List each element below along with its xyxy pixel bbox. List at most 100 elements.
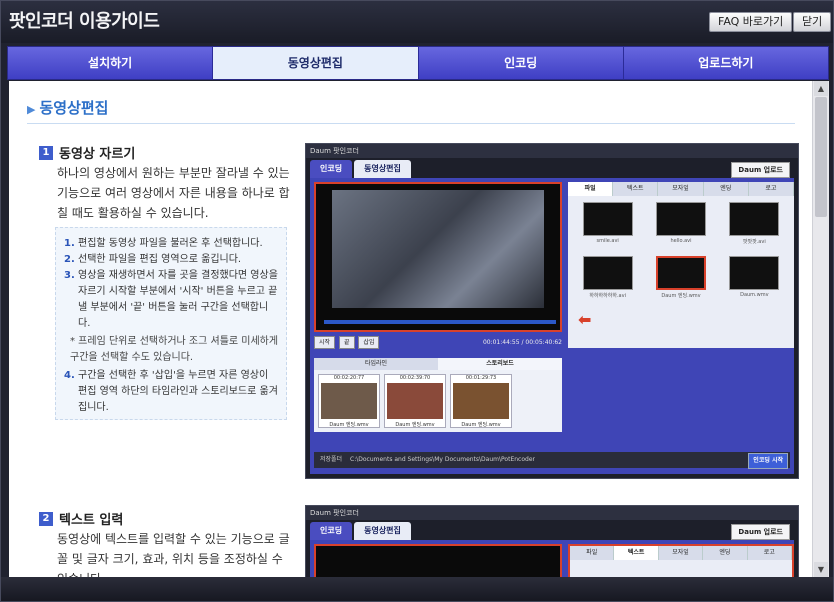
panel-tab: 엔딩 [703,182,749,196]
end-button: 끝 [338,336,355,349]
file-thumb [582,202,633,236]
file-name: hello.avi [670,238,692,244]
note-item: 3. 영상을 재생하면서 자를 곳을 결정했다면 영상을 자르기 시작할 부분에서… [64,268,280,332]
tab-install[interactable]: 설치하기 [8,47,214,79]
note-text: 구간을 선택한 후 '삽입'을 누르면 자른 영상이 편집 영역 하단의 타임라… [78,370,278,413]
shot-upload-button: Daum 업로드 [731,162,790,178]
file-cell: smile.avi [574,202,641,250]
clip-time: 00:01:29:73 [465,375,497,381]
scroll-thumb[interactable] [815,97,827,217]
encode-start-button: 인코딩 시작 [748,453,788,469]
clip-thumb [321,383,377,419]
file-thumb [729,202,780,236]
step1-heading: 1 동영상 자르기 [39,143,135,162]
scrub-bar [324,320,556,324]
storyboard-clip: 00:02:20:77 Daum 엔딩.wmv [318,374,380,428]
file-thumb [655,256,706,290]
title-bar: 팟인코더 이용가이드 FAQ 바로가기 닫기 [1,1,833,43]
arrow-left-icon: ⬅ [578,310,592,329]
panel-tab: 파일 [568,182,614,196]
save-folder-path: C:\Documents and Settings\My Documents\D… [350,456,535,463]
shot-upload-button: Daum 업로드 [731,524,790,540]
step1-number-badge: 1 [39,145,53,160]
text-panel: 파일 텍스트 모자잎 엔딩 로고 [568,544,794,577]
storyboard-clip: 00:01:29:73 Daum 엔딩.wmv [450,374,512,428]
scroll-up-icon[interactable]: ▲ [814,81,828,96]
scroll-down-icon[interactable]: ▼ [814,562,828,577]
panel-tab: 로고 [747,546,793,560]
file-cell-selected: Daum 엔딩.wmv [647,256,714,304]
triangle-icon: ▶ [27,103,36,116]
shot-tab-edit: 동영상편집 [354,160,411,178]
file-thumb [582,256,633,290]
step1-description: 하나의 영상에서 원하는 부분만 잘라낼 수 있는 기능으로 여러 영상에서 자… [57,166,290,220]
note-number: 3. [64,270,75,281]
file-panel-tabs: 파일 텍스트 모자잎 엔딩 로고 [568,182,795,196]
clip-thumb [387,383,443,419]
bottom-bar [1,577,833,601]
tab-video-edit[interactable]: 동영상편집 [213,47,419,79]
file-thumb [729,256,780,290]
tab-encoding[interactable]: 인코딩 [418,47,624,79]
close-button[interactable]: 닫기 [793,12,832,32]
faq-button[interactable]: FAQ 바로가기 [709,12,793,32]
note-text: 영상을 재생하면서 자를 곳을 결정했다면 영상을 자르기 시작할 부분에서 '… [78,270,278,329]
note-text: 편집할 동영상 파일을 불러온 후 선택합니다. [78,238,263,249]
file-name: 하하하하하하.avi [589,293,626,299]
panel-tab: 모자잎 [658,546,704,560]
step1-note-box: 1. 편집할 동영상 파일을 불러온 후 선택합니다. 2. 선택한 파일을 편집 … [55,227,287,420]
control-row: 시작 끝 삽입 00:01:44:55 / 00:05:40:62 [314,336,562,350]
note-number: 1. [64,238,75,249]
clip-time: 00:02:20:77 [333,375,365,381]
step1-title: 동영상 자르기 [59,147,136,162]
file-panel: 파일 텍스트 모자잎 엔딩 로고 smile.avi hello.avi 팟팟팟… [568,182,795,348]
tab-upload[interactable]: 업로드하기 [623,47,828,79]
file-cell: 팟팟팟.avi [721,202,788,250]
note-item: 1. 편집할 동영상 파일을 불러온 후 선택합니다. [64,236,280,252]
step2-number-badge: 2 [39,511,53,526]
tab-timeline: 타임라인 [314,358,438,370]
encoder-screenshot-1: Daum 팟인코더 인코딩 동영상편집 Daum 업로드 시작 끝 삽입 00:… [305,143,799,479]
shot-tab-encode: 인코딩 [310,160,353,178]
insert-button: 삽입 [358,336,380,349]
shot-tab-encode: 인코딩 [310,522,353,540]
file-cell: hello.avi [647,202,714,250]
shot-tabs: 인코딩 동영상편집 [310,522,411,540]
timeline-tabs: 타임라인 스토리보드 [314,358,562,370]
note-number: 4. [64,370,75,381]
file-name: Daum.wmv [740,292,769,298]
section-divider [27,123,795,124]
text-panel-tabs: 파일 텍스트 모자잎 엔딩 로고 [570,546,793,560]
panel-tab: 텍스트 [613,182,659,196]
clip-thumb [453,383,509,419]
vertical-scrollbar[interactable]: ▲ ▼ [812,81,829,577]
storyboard-clip: 00:02:39:70 Daum 엔딩.wmv [384,374,446,428]
panel-tab: 파일 [570,546,615,560]
step2-heading: 2 텍스트 입력 [39,509,123,528]
note-item: 2. 선택한 파일을 편집 영역으로 옮깁니다. [64,252,280,268]
shot-titlebar: Daum 팟인코더 [306,506,798,520]
step2-description: 동영상에 텍스트를 입력할 수 있는 기능으로 글꼴 및 글자 크기, 효과, … [57,532,290,577]
step2-title: 텍스트 입력 [59,513,124,528]
time-readout: 00:01:44:55 / 00:05:40:62 [482,339,562,346]
note-sub: * 프레임 단위로 선택하거나 조그 셔틀로 미세하게 구간을 선택할 수도 있… [70,336,279,363]
window-title: 팟인코더 이용가이드 [9,11,160,32]
note-number: 2. [64,254,75,265]
guide-window: 팟인코더 이용가이드 FAQ 바로가기 닫기 설치하기 동영상편집 인코딩 업로… [0,0,834,602]
panel-tab: 로고 [748,182,795,196]
clip-name: Daum 엔딩.wmv [329,422,369,428]
storyboard: 00:02:20:77 Daum 엔딩.wmv 00:02:39:70 Daum 엔… [314,370,562,432]
file-grid: smile.avi hello.avi 팟팟팟.avi 하하하하하하.avi D… [568,196,794,310]
video-preview [314,182,562,332]
file-thumb [655,202,706,236]
content-area: ▶ 동영상편집 1 동영상 자르기 하나의 영상에서 원하는 부분만 잘라낼 수 … [9,81,812,577]
section-title-text: 동영상편집 [39,99,109,117]
save-folder-label: 저장폴더 [320,456,343,463]
file-cell: 하하하하하하.avi [574,256,641,304]
file-name: smile.avi [596,238,619,244]
panel-tab: 엔딩 [703,546,748,560]
shot-tabs: 인코딩 동영상편집 [310,160,411,178]
shot-tab-edit: 동영상편집 [354,522,411,540]
section-title: ▶ 동영상편집 [27,97,108,118]
clip-name: Daum 엔딩.wmv [461,422,501,428]
